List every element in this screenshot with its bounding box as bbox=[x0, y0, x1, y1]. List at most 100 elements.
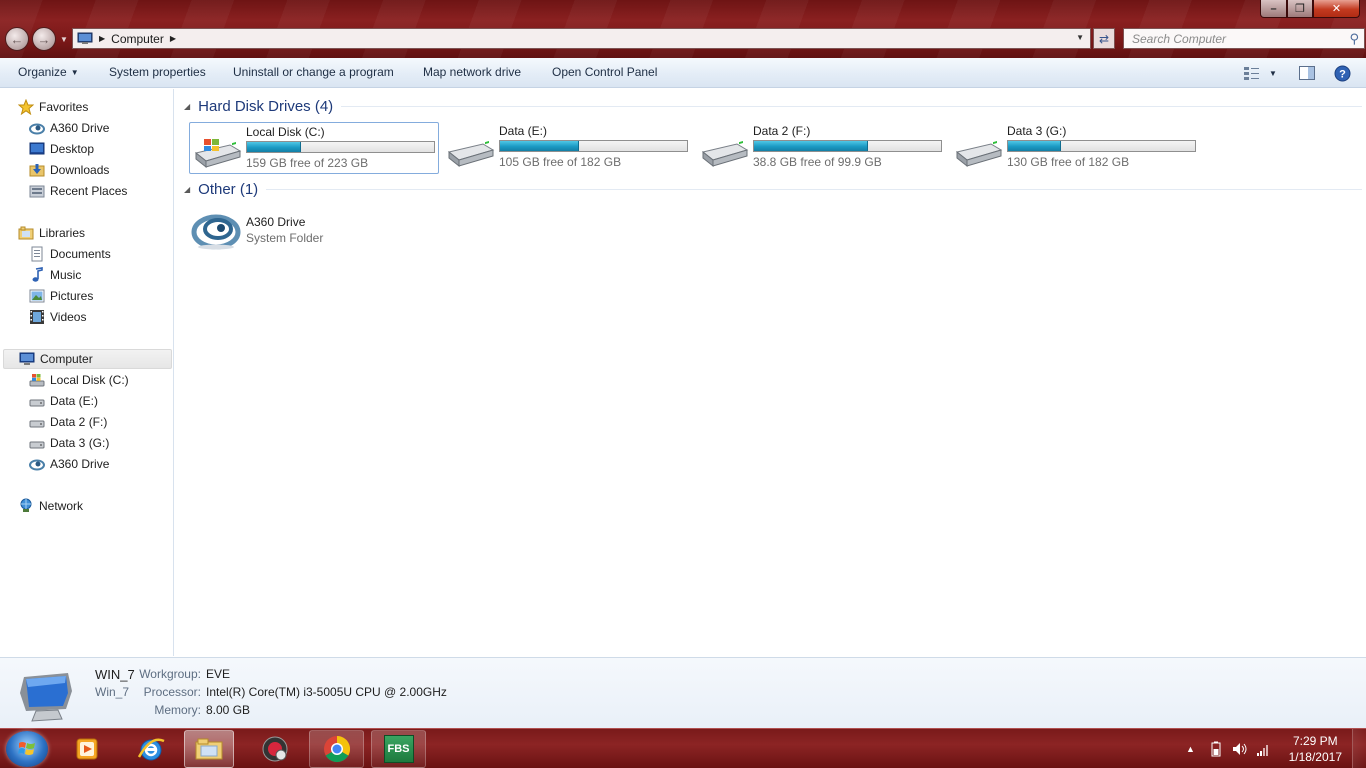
workgroup-value: EVE bbox=[206, 667, 231, 681]
libraries-icon bbox=[18, 225, 34, 241]
drive-icon bbox=[701, 140, 749, 168]
tray-volume[interactable] bbox=[1232, 729, 1248, 768]
maximize-button[interactable]: ❐ bbox=[1287, 0, 1313, 18]
taskbar-media-player[interactable] bbox=[60, 730, 115, 768]
drive-name: Data (E:) bbox=[499, 124, 548, 138]
recent-pages-dropdown[interactable]: ▼ bbox=[60, 35, 68, 44]
sidebar-item-music[interactable]: Music bbox=[29, 265, 81, 285]
search-input[interactable] bbox=[1124, 29, 1334, 48]
sidebar-item-network[interactable]: Network bbox=[18, 496, 83, 516]
show-hidden-icons-button[interactable]: ▲ bbox=[1186, 729, 1195, 768]
drive-icon bbox=[29, 393, 45, 409]
tray-battery[interactable] bbox=[1210, 729, 1222, 768]
start-button[interactable] bbox=[6, 731, 48, 767]
address-bar[interactable]: ▶ Computer ▶ ▼ bbox=[72, 28, 1091, 49]
collapse-triangle-icon[interactable]: ◢ bbox=[184, 185, 190, 194]
wifi-signal-icon bbox=[1257, 745, 1268, 756]
collapse-triangle-icon[interactable]: ◢ bbox=[184, 102, 190, 111]
sidebar-item-libraries[interactable]: Libraries bbox=[18, 223, 85, 243]
show-desktop-button[interactable] bbox=[1352, 729, 1366, 768]
breadcrumb-separator-icon[interactable]: ▶ bbox=[99, 34, 105, 43]
help-icon[interactable]: ? bbox=[1334, 65, 1351, 82]
close-button[interactable]: ✕ bbox=[1313, 0, 1360, 18]
group-header-hard-disk-drives[interactable]: ◢ Hard Disk Drives (4) bbox=[184, 98, 1362, 115]
sidebar-item-desktop[interactable]: Desktop bbox=[29, 139, 94, 159]
taskbar-internet-explorer[interactable] bbox=[123, 730, 178, 768]
breadcrumb-computer[interactable]: Computer bbox=[111, 32, 164, 46]
drive-tile[interactable]: Data 3 (G:) 130 GB free of 182 GB bbox=[951, 122, 1201, 174]
drive-icon bbox=[955, 140, 1003, 168]
system-properties-button[interactable]: System properties bbox=[109, 65, 206, 79]
sidebar-item-favorites[interactable]: Favorites bbox=[18, 97, 88, 117]
drive-tile[interactable]: Local Disk (C:) 159 GB free of 223 GB bbox=[189, 122, 439, 174]
group-title: Other (1) bbox=[198, 181, 259, 198]
refresh-button[interactable]: ⇄ bbox=[1093, 28, 1115, 49]
organize-label: Organize bbox=[18, 65, 67, 79]
fbs-label: FBS bbox=[387, 743, 410, 755]
windows-drive-icon bbox=[29, 372, 45, 388]
back-button[interactable]: ← bbox=[5, 27, 29, 51]
sidebar-item-label: Data (E:) bbox=[50, 394, 99, 408]
sidebar-item-label: Network bbox=[39, 499, 84, 513]
taskbar-chrome[interactable] bbox=[309, 730, 364, 768]
sidebar-item-downloads[interactable]: Downloads bbox=[29, 160, 109, 180]
sidebar-item-a360-drive[interactable]: A360 Drive bbox=[29, 118, 109, 138]
sidebar-item-local-disk-c[interactable]: Local Disk (C:) bbox=[29, 370, 129, 390]
minimize-button[interactable]: – bbox=[1260, 0, 1287, 18]
drive-free-space: 130 GB free of 182 GB bbox=[1007, 155, 1130, 169]
computer-description: Win_7 bbox=[95, 685, 130, 699]
search-box[interactable]: ⚲ bbox=[1123, 28, 1365, 49]
computer-icon bbox=[77, 32, 93, 44]
sidebar-item-documents[interactable]: Documents bbox=[29, 244, 111, 264]
sidebar-item-computer[interactable]: Computer bbox=[3, 349, 172, 369]
memory-label: Memory: bbox=[154, 703, 201, 717]
sidebar-item-a360-drive-computer[interactable]: A360 Drive bbox=[29, 454, 109, 474]
preview-pane-icon[interactable] bbox=[1298, 65, 1316, 81]
breadcrumb-separator-icon[interactable]: ▶ bbox=[170, 34, 176, 43]
a360-drive-item[interactable]: A360 Drive System Folder bbox=[189, 207, 389, 251]
taskbar-windows-explorer[interactable] bbox=[184, 730, 234, 768]
sidebar-item-label: Pictures bbox=[50, 289, 94, 303]
tray-network[interactable] bbox=[1256, 729, 1272, 768]
taskbar-app[interactable] bbox=[247, 730, 302, 768]
forward-button[interactable]: → bbox=[32, 27, 56, 51]
desktop-icon bbox=[29, 141, 45, 157]
search-icon[interactable]: ⚲ bbox=[1349, 31, 1359, 47]
sidebar-item-pictures[interactable]: Pictures bbox=[29, 286, 93, 306]
map-network-drive-button[interactable]: Map network drive bbox=[423, 65, 521, 79]
drive-usage-fill bbox=[1008, 141, 1062, 151]
volume-icon bbox=[1233, 743, 1247, 755]
a360-icon bbox=[191, 214, 241, 250]
drive-tile[interactable]: Data (E:) 105 GB free of 182 GB bbox=[443, 122, 693, 174]
computer-icon bbox=[19, 351, 35, 367]
change-view-icon[interactable] bbox=[1243, 65, 1261, 81]
open-control-panel-button[interactable]: Open Control Panel bbox=[552, 65, 657, 79]
taskbar-clock[interactable]: 7:29 PM 1/18/2017 bbox=[1289, 733, 1342, 765]
taskbar-fbs[interactable]: FBS bbox=[371, 730, 426, 768]
group-divider bbox=[266, 189, 1362, 190]
drive-free-space: 38.8 GB free of 99.9 GB bbox=[753, 155, 882, 169]
windows-logo-icon bbox=[18, 742, 35, 755]
drive-icon bbox=[29, 435, 45, 451]
chevron-down-icon: ▼ bbox=[70, 68, 79, 77]
window-controls: – ❐ ✕ bbox=[1260, 0, 1360, 18]
address-dropdown-icon[interactable]: ▼ bbox=[1076, 33, 1084, 42]
refresh-icon: ⇄ bbox=[1098, 31, 1110, 46]
drive-name: Data 2 (F:) bbox=[753, 124, 811, 138]
sidebar-item-label: Videos bbox=[50, 310, 87, 324]
item-name: A360 Drive bbox=[246, 215, 306, 229]
group-header-other[interactable]: ◢ Other (1) bbox=[184, 181, 1362, 198]
drive-name: Data 3 (G:) bbox=[1007, 124, 1067, 138]
view-options-dropdown-icon[interactable]: ▼ bbox=[1269, 69, 1277, 78]
sidebar-item-data-3-g[interactable]: Data 3 (G:) bbox=[29, 433, 109, 453]
drive-tile[interactable]: Data 2 (F:) 38.8 GB free of 99.9 GB bbox=[697, 122, 947, 174]
sidebar-item-videos[interactable]: Videos bbox=[29, 307, 86, 327]
sidebar-item-label: Computer bbox=[40, 352, 93, 366]
uninstall-program-button[interactable]: Uninstall or change a program bbox=[233, 65, 394, 79]
drive-usage-fill bbox=[247, 142, 301, 152]
sidebar-item-data-e[interactable]: Data (E:) bbox=[29, 391, 98, 411]
sidebar-item-data-2-f[interactable]: Data 2 (F:) bbox=[29, 412, 107, 432]
organize-button[interactable]: Organize ▼ bbox=[18, 65, 79, 79]
sidebar-item-recent-places[interactable]: Recent Places bbox=[29, 181, 127, 201]
internet-explorer-icon bbox=[137, 738, 165, 761]
